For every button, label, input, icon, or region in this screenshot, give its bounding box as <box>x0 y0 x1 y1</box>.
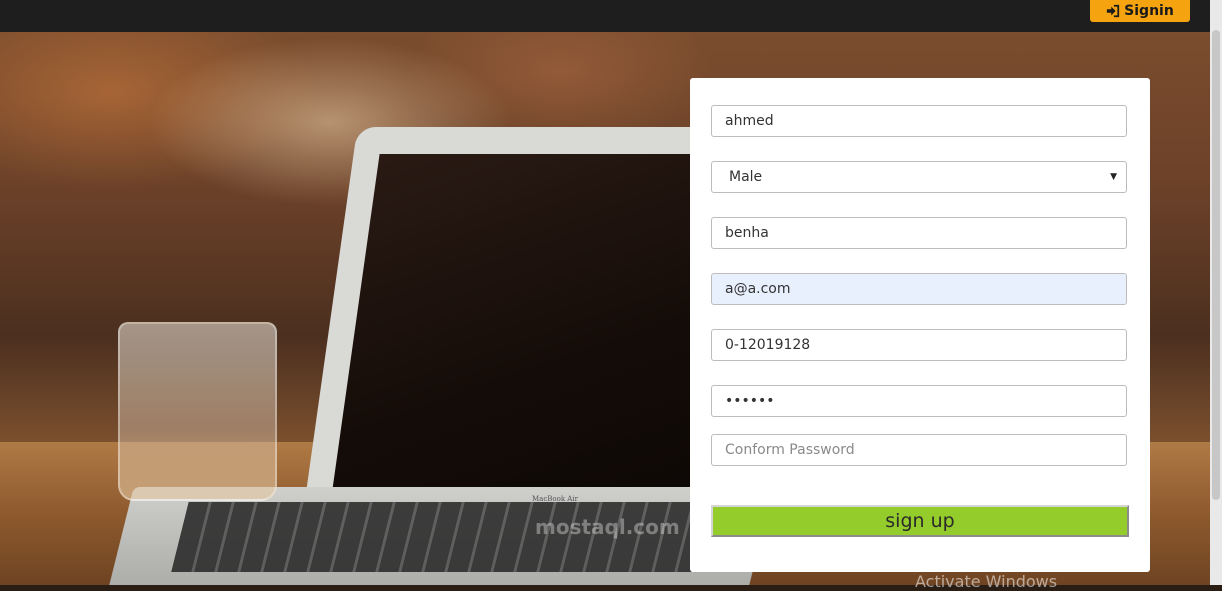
watermark: mostaql.com <box>535 515 680 539</box>
top-navbar <box>0 0 1210 32</box>
signup-button[interactable]: sign up <box>711 505 1129 537</box>
scrollbar-thumb[interactable] <box>1212 30 1220 500</box>
phone-input[interactable] <box>711 329 1127 361</box>
chevron-down-icon: ▼ <box>1110 172 1117 182</box>
email-input[interactable] <box>711 273 1127 305</box>
password-input[interactable] <box>711 385 1127 417</box>
gender-select[interactable]: Male ▼ <box>711 161 1127 193</box>
activate-windows-notice: Activate Windows <box>915 572 1058 591</box>
laptop-brand-label: MacBook Air <box>532 495 578 503</box>
signin-button[interactable]: Signin <box>1090 0 1190 22</box>
gender-selected-value: Male <box>729 169 763 185</box>
sign-in-icon <box>1107 4 1120 18</box>
water-glass <box>118 322 277 501</box>
city-input[interactable] <box>711 217 1127 249</box>
name-input[interactable] <box>711 105 1127 137</box>
confirm-password-input[interactable] <box>711 434 1127 466</box>
signin-label: Signin <box>1124 3 1174 19</box>
signup-form: Male ▼ sign up <box>690 78 1150 572</box>
